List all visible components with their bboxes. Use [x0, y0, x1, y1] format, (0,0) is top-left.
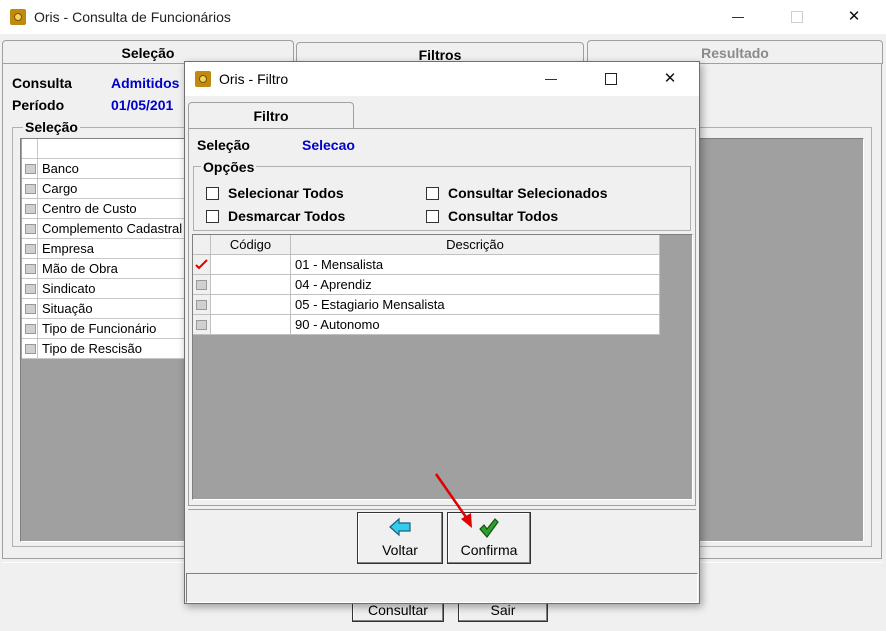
tab-filtro-label: Filtro: [253, 108, 289, 124]
consultar-todos-label[interactable]: Consultar Todos: [448, 208, 558, 224]
dialog-minimize-button[interactable]: [528, 64, 574, 94]
grid-row-checkbox[interactable]: [193, 315, 211, 335]
grid-cell-codigo[interactable]: [211, 255, 291, 275]
maximize-button[interactable]: [774, 2, 820, 32]
selecao-list-item[interactable]: Cargo: [22, 179, 186, 199]
dialog-titlebar: Oris - Filtro ✕: [185, 62, 699, 96]
confirma-button-label: Confirma: [460, 542, 518, 558]
voltar-button-label: Voltar: [382, 542, 418, 558]
grid-header-checkcol: [193, 235, 211, 255]
row-selector-icon[interactable]: [25, 224, 36, 234]
unchecked-box-icon: [196, 320, 207, 330]
grid-header-descricao[interactable]: Descrição: [291, 235, 660, 255]
grid-cell-descricao[interactable]: 04 - Aprendiz: [291, 275, 660, 295]
selecao-list-item[interactable]: Complemento Cadastral: [22, 219, 186, 239]
selecao-list-item-label: Tipo de Funcionário: [42, 321, 157, 336]
grid-cell-codigo[interactable]: [211, 275, 291, 295]
grid-cell-descricao[interactable]: 01 - Mensalista: [291, 255, 660, 275]
dialog-selecao-label: Seleção: [197, 137, 250, 153]
dialog-selecao-value: Selecao: [302, 137, 355, 153]
selecao-list-item-label: Banco: [42, 161, 79, 176]
tab-filtro[interactable]: Filtro: [188, 102, 354, 129]
selecao-list-item[interactable]: Centro de Custo: [22, 199, 186, 219]
desmarcar-todos-checkbox[interactable]: [206, 210, 219, 223]
dialog-app-icon: [195, 71, 211, 87]
main-titlebar: Oris - Consulta de Funcionários ✕: [0, 0, 886, 34]
row-selector-icon[interactable]: [25, 284, 36, 294]
consulta-value: Admitidos: [111, 75, 180, 91]
row-selector-icon[interactable]: [25, 204, 36, 214]
row-selector-icon[interactable]: [25, 264, 36, 274]
grid-cell-descricao[interactable]: 05 - Estagiario Mensalista: [291, 295, 660, 315]
dialog-title: Oris - Filtro: [219, 71, 289, 87]
annotation-arrow-icon: [434, 473, 472, 528]
oris-app-icon: [10, 9, 26, 25]
tab-resultado-label: Resultado: [701, 45, 769, 61]
grid-header-codigo[interactable]: Código: [211, 235, 291, 255]
selecionar-todos-checkbox[interactable]: [206, 187, 219, 200]
close-button[interactable]: ✕: [831, 2, 877, 32]
selecao-list-item-label: Sindicato: [42, 281, 96, 296]
row-selector-icon[interactable]: [25, 184, 36, 194]
selecao-list-item[interactable]: Mão de Obra: [22, 259, 186, 279]
periodo-value: 01/05/201: [111, 97, 174, 113]
result-area: [696, 138, 864, 542]
selecao-list-item-label: Situação: [42, 301, 93, 316]
selecao-list-item-label: Tipo de Rescisão: [42, 341, 142, 356]
back-arrow-icon: [389, 517, 411, 537]
row-selector-icon[interactable]: [25, 304, 36, 314]
dialog-close-button[interactable]: ✕: [647, 64, 693, 94]
row-selector-icon[interactable]: [25, 244, 36, 254]
desmarcar-todos-label[interactable]: Desmarcar Todos: [228, 208, 345, 224]
filtro-grid[interactable]: Código Descrição 01 - Mensalista 04 - Apr…: [192, 234, 693, 500]
checked-mark-icon: [195, 259, 208, 270]
selecao-list-item-label: Complemento Cadastral: [42, 221, 183, 236]
grid-row-checkbox[interactable]: [193, 275, 211, 295]
row-selector-icon[interactable]: [25, 164, 36, 174]
row-selector-icon[interactable]: [25, 324, 36, 334]
unchecked-box-icon: [196, 280, 207, 290]
consultar-button-label: Consultar: [368, 602, 428, 618]
consultar-todos-checkbox[interactable]: [426, 210, 439, 223]
grid-cell-codigo[interactable]: [211, 295, 291, 315]
grid-row-checkbox[interactable]: [193, 255, 211, 275]
consultar-selecionados-checkbox[interactable]: [426, 187, 439, 200]
minimize-button[interactable]: [715, 2, 761, 32]
selecao-list-item[interactable]: Situação: [22, 299, 186, 319]
selecao-list-item[interactable]: Tipo de Rescisão: [22, 339, 186, 359]
selecao-list-item-label: Centro de Custo: [42, 201, 137, 216]
consultar-selecionados-label[interactable]: Consultar Selecionados: [448, 185, 607, 201]
main-window-title: Oris - Consulta de Funcionários: [34, 9, 231, 25]
dialog-maximize-button[interactable]: [588, 64, 634, 94]
periodo-label: Período: [12, 97, 65, 113]
opcoes-group-label: Opções: [201, 159, 257, 175]
sair-button-label: Sair: [490, 602, 516, 618]
selecao-list-item-label: Empresa: [42, 241, 95, 256]
grid-row-checkbox[interactable]: [193, 295, 211, 315]
dialog-status-bar: [186, 573, 698, 603]
selecao-list-item-label: Cargo: [42, 181, 78, 196]
tab-selecao-label: Seleção: [121, 45, 175, 61]
unchecked-box-icon: [196, 300, 207, 310]
consulta-label: Consulta: [12, 75, 72, 91]
row-selector-icon[interactable]: [25, 344, 36, 354]
grid-cell-codigo[interactable]: [211, 315, 291, 335]
grid-cell-descricao[interactable]: 90 - Autonomo: [291, 315, 660, 335]
selecao-list-item[interactable]: Tipo de Funcionário: [22, 319, 186, 339]
selecao-list-item[interactable]: Empresa: [22, 239, 186, 259]
selecao-list-item-label: Mão de Obra: [42, 261, 118, 276]
selecionar-todos-label[interactable]: Selecionar Todos: [228, 185, 344, 201]
selecao-group-label: Seleção: [23, 119, 80, 135]
selecao-list-item[interactable]: Banco: [22, 159, 186, 179]
selecao-list-item[interactable]: Sindicato: [22, 279, 186, 299]
selecao-list[interactable]: Banco Cargo Centro de Custo Complemento Cad…: [20, 138, 186, 542]
